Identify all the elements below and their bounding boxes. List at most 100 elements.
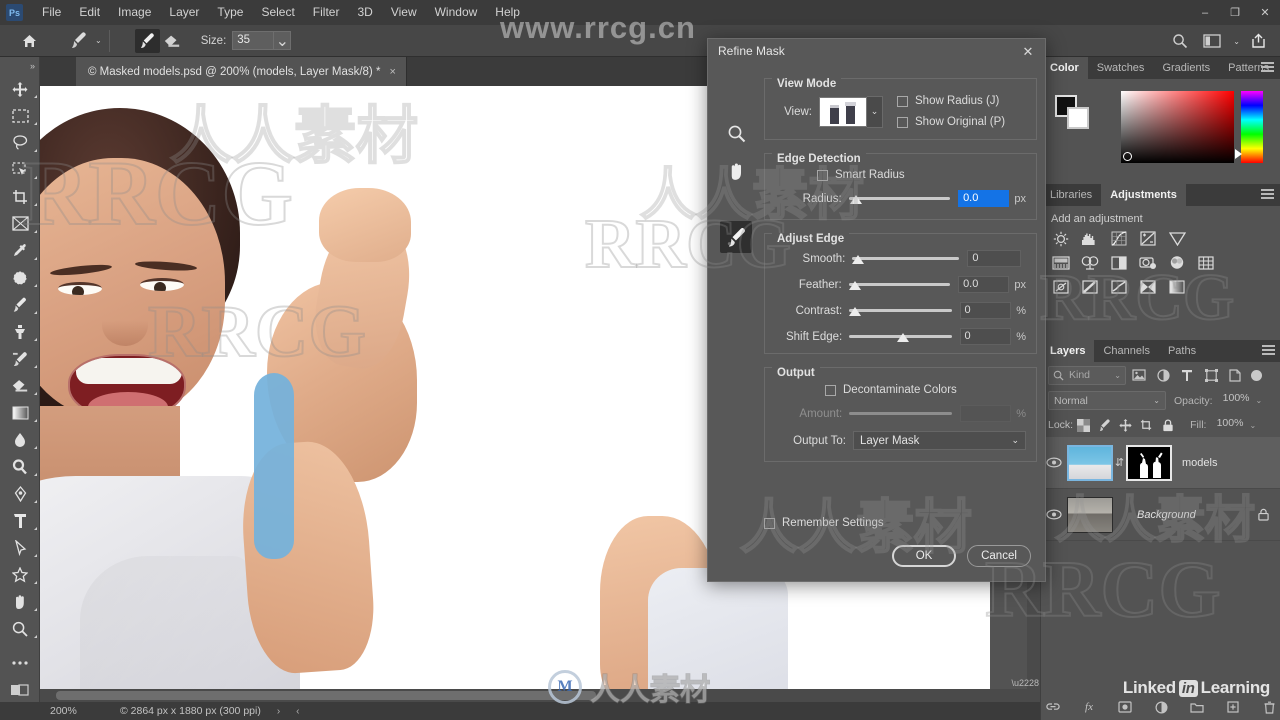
blur-tool[interactable]: [0, 426, 40, 453]
selective-color-icon[interactable]: [1138, 278, 1158, 295]
blend-mode-select[interactable]: Normal ⌄: [1048, 391, 1166, 410]
type-filter-icon[interactable]: [1176, 365, 1198, 385]
panel-menu-icon[interactable]: [1261, 189, 1274, 200]
toolbar-expand-icon[interactable]: »: [0, 57, 39, 75]
panel-menu-icon[interactable]: [1261, 62, 1274, 73]
layer-name[interactable]: Background: [1137, 509, 1196, 521]
link-layers-icon[interactable]: [1045, 699, 1061, 715]
exposure-icon[interactable]: [1138, 230, 1158, 247]
edit-toolbar-tool[interactable]: [0, 649, 40, 676]
size-input[interactable]: 35: [232, 31, 275, 50]
eraser-tool[interactable]: [0, 372, 40, 399]
tool-preset-picker[interactable]: ⌄: [66, 29, 102, 53]
fill-caret-icon[interactable]: ⌄: [1249, 421, 1256, 430]
radius-input[interactable]: 0.0: [958, 190, 1010, 207]
hue-saturation-icon[interactable]: [1051, 254, 1071, 271]
tab-color[interactable]: Color: [1041, 57, 1088, 79]
threshold-icon[interactable]: [1109, 278, 1129, 295]
cancel-button[interactable]: Cancel: [967, 545, 1031, 567]
output-to-select[interactable]: Layer Mask ⌄: [853, 431, 1026, 450]
contrast-input[interactable]: 0: [959, 302, 1012, 319]
lock-artboard-icon[interactable]: [1136, 416, 1157, 434]
layer-name[interactable]: models: [1182, 457, 1217, 469]
hue-marker[interactable]: [1235, 149, 1242, 159]
table-row[interactable]: Background: [1041, 489, 1280, 541]
color-picker-marker[interactable]: [1123, 152, 1132, 161]
gradient-tool[interactable]: [0, 399, 40, 426]
black-white-icon[interactable]: [1109, 254, 1129, 271]
dodge-tool[interactable]: [0, 453, 40, 480]
delete-layer-icon[interactable]: [1261, 699, 1277, 715]
chevron-down-icon[interactable]: ⌄: [1114, 371, 1121, 380]
lock-all-icon[interactable]: [1157, 416, 1178, 434]
brush-tool-icon[interactable]: [134, 28, 160, 53]
brush-tool[interactable]: [0, 291, 40, 318]
zoom-tool[interactable]: [0, 615, 40, 642]
home-icon[interactable]: [14, 26, 44, 56]
menu-view[interactable]: View: [382, 0, 426, 25]
remember-settings-row[interactable]: Remember Settings: [764, 517, 884, 529]
feather-slider[interactable]: [848, 278, 951, 292]
hand-tool-icon[interactable]: [720, 155, 752, 187]
fx-icon[interactable]: fx: [1081, 699, 1097, 715]
eraser-tool-icon[interactable]: [160, 29, 185, 53]
smart-radius-checkbox[interactable]: [817, 169, 828, 181]
contrast-slider[interactable]: [849, 304, 952, 318]
menu-layer[interactable]: Layer: [160, 0, 208, 25]
custom-shape-tool[interactable]: [0, 561, 40, 588]
tab-paths[interactable]: Paths: [1159, 340, 1205, 362]
minimize-button[interactable]: –: [1190, 0, 1220, 25]
color-field[interactable]: [1121, 91, 1234, 163]
opacity-value[interactable]: 100%: [1213, 392, 1253, 409]
radius-slider[interactable]: [848, 192, 951, 206]
object-selection-tool[interactable]: [0, 156, 40, 183]
refine-mask-dialog[interactable]: Refine Mask ✕ View Mode View: ⌄ Show Rad…: [707, 38, 1046, 582]
show-radius-checkbox[interactable]: [897, 95, 908, 107]
lock-transparent-icon[interactable]: [1073, 416, 1094, 434]
scroll-down-icon[interactable]: \u2228: [1011, 678, 1039, 688]
color-balance-icon[interactable]: [1080, 254, 1100, 271]
background-color-swatch[interactable]: [1067, 107, 1089, 129]
menu-edit[interactable]: Edit: [70, 0, 109, 25]
brightness-contrast-icon[interactable]: [1051, 230, 1071, 247]
status-arrow-left-icon[interactable]: ‹: [296, 706, 299, 717]
chevron-down-icon[interactable]: ⌄: [1011, 435, 1019, 446]
menu-type[interactable]: Type: [208, 0, 252, 25]
status-arrow-right-icon[interactable]: ›: [277, 706, 280, 717]
adjustment-filter-icon[interactable]: [1152, 365, 1174, 385]
layer-mask-thumbnail[interactable]: [1126, 444, 1172, 481]
posterize-icon[interactable]: [1080, 278, 1100, 295]
layer-thumbnail[interactable]: [1067, 444, 1113, 481]
layer-kind-filter[interactable]: Kind ⌄: [1048, 365, 1126, 385]
lock-image-icon[interactable]: [1094, 416, 1115, 434]
filter-toggle[interactable]: [1251, 369, 1262, 381]
lock-position-icon[interactable]: [1115, 416, 1136, 434]
close-icon[interactable]: ✕: [1019, 43, 1037, 61]
curves-icon[interactable]: [1109, 230, 1129, 247]
tab-gradients[interactable]: Gradients: [1153, 57, 1219, 79]
remember-settings-checkbox[interactable]: [764, 517, 775, 529]
show-original-checkbox-row[interactable]: Show Original (P): [897, 116, 1005, 128]
show-radius-checkbox-row[interactable]: Show Radius (J): [897, 95, 1005, 107]
history-brush-tool[interactable]: [0, 345, 40, 372]
link-icon[interactable]: ⇵: [1113, 456, 1126, 469]
menu-file[interactable]: File: [33, 0, 70, 25]
shift-edge-input[interactable]: 0: [959, 328, 1012, 345]
type-tool[interactable]: [0, 507, 40, 534]
tab-swatches[interactable]: Swatches: [1088, 57, 1154, 79]
search-icon[interactable]: [1166, 28, 1194, 54]
photo-filter-icon[interactable]: [1138, 254, 1158, 271]
ok-button[interactable]: OK: [892, 545, 956, 567]
gradient-map-icon[interactable]: [1167, 278, 1187, 295]
pixel-filter-icon[interactable]: [1128, 365, 1150, 385]
zoom-level[interactable]: 200%: [50, 705, 114, 717]
table-row[interactable]: ⇵ models: [1041, 437, 1280, 489]
frame-tool[interactable]: [0, 210, 40, 237]
opacity-caret-icon[interactable]: ⌄: [1256, 396, 1263, 405]
smart-object-filter-icon[interactable]: [1224, 365, 1246, 385]
chevron-down-icon[interactable]: ⌄: [867, 95, 883, 128]
vibrance-icon[interactable]: [1167, 230, 1187, 247]
add-mask-icon[interactable]: [1117, 699, 1133, 715]
refine-edge-brush-icon[interactable]: [720, 221, 752, 253]
invert-icon[interactable]: [1051, 278, 1071, 295]
